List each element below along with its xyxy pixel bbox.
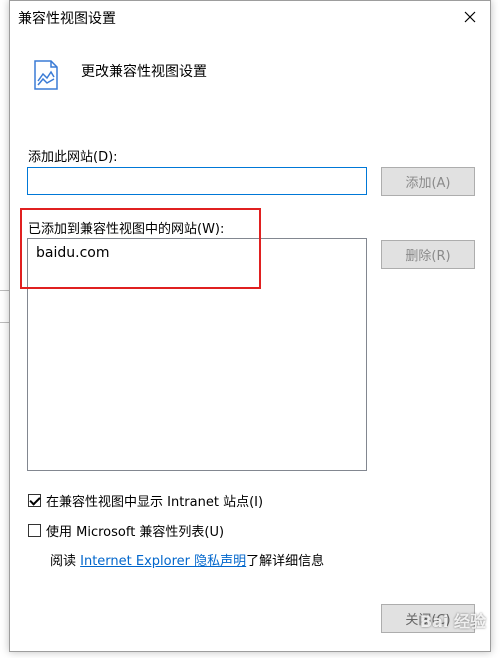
ms-list-option-label: 使用 Microsoft 兼容性列表(U) (46, 525, 225, 540)
close-icon (464, 11, 476, 23)
compatibility-view-dialog: 兼容性视图设置 更改兼容性视图设置 添加此网站(D): 添加(A) 已添加到兼容… (9, 0, 491, 652)
read-prefix: 阅读 (50, 554, 81, 569)
close-window-button[interactable] (450, 1, 490, 33)
add-site-input[interactable] (27, 167, 367, 195)
ms-list-option[interactable]: 使用 Microsoft 兼容性列表(U) (28, 521, 224, 540)
screenshot-page: 兼容性视图设置 更改兼容性视图设置 添加此网站(D): 添加(A) 已添加到兼容… (0, 0, 500, 658)
compatibility-view-icon (34, 60, 58, 90)
remove-button[interactable]: 删除(R) (381, 240, 475, 269)
list-item[interactable]: baidu.com (36, 245, 109, 261)
intranet-option-label: 在兼容性视图中显示 Intranet 站点(I) (46, 495, 264, 510)
privacy-info-line: 阅读 Internet Explorer 隐私声明了解详细信息 (50, 550, 324, 569)
added-sites-label: 已添加到兼容性视图中的网站(W): (28, 222, 225, 237)
dialog-title: 兼容性视图设置 (18, 11, 116, 27)
watermark-logo: Bai 经验 (419, 612, 486, 631)
add-button[interactable]: 添加(A) (381, 167, 475, 196)
intranet-option[interactable]: 在兼容性视图中显示 Intranet 站点(I) (28, 491, 263, 510)
title-bar: 兼容性视图设置 (10, 1, 490, 33)
read-suffix: 了解详细信息 (246, 554, 325, 569)
ms-list-checkbox[interactable] (28, 524, 41, 537)
intranet-checkbox[interactable] (28, 494, 41, 507)
privacy-statement-link[interactable]: Internet Explorer 隐私声明 (80, 554, 246, 569)
added-sites-list[interactable]: baidu.com (27, 238, 367, 471)
dialog-header-text: 更改兼容性视图设置 (81, 64, 207, 80)
add-site-label: 添加此网站(D): (28, 150, 118, 165)
